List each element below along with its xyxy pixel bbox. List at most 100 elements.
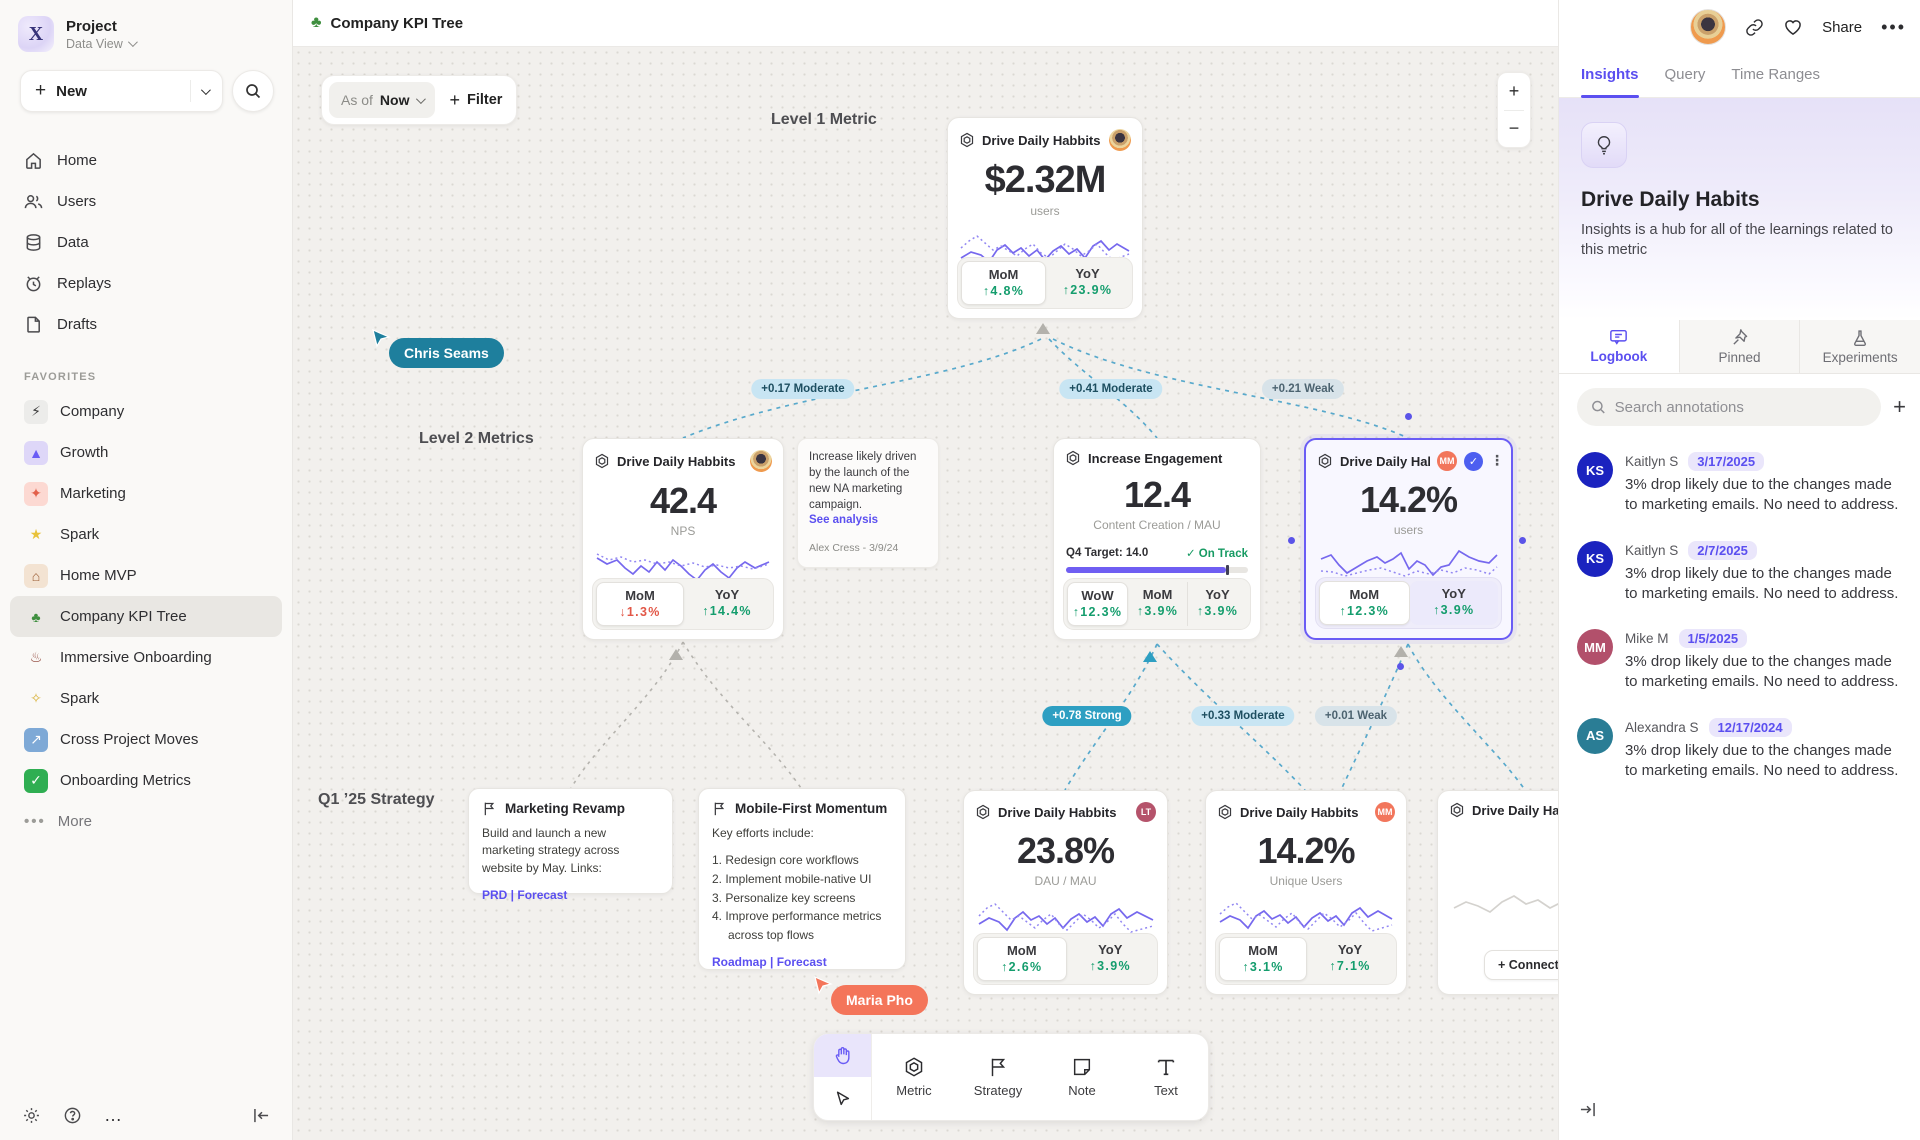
share-button[interactable]: Share: [1822, 19, 1862, 36]
more-label: More: [58, 813, 92, 830]
sidebar-more-button[interactable]: ••• More: [10, 801, 282, 842]
metric-tool-button[interactable]: Metric: [872, 1034, 956, 1120]
on-track-status: ✓ On Track: [1186, 546, 1248, 560]
overflow-menu-button[interactable]: •••: [1881, 17, 1906, 38]
note-text: Increase likely driven by the launch of …: [809, 451, 916, 511]
select-tool-button[interactable]: [814, 1077, 871, 1120]
annotation-item[interactable]: MM Mike M 1/5/2025 3% drop likely due to…: [1577, 629, 1908, 693]
sidebar-search-button[interactable]: [232, 70, 274, 112]
replay-clock-icon: [24, 274, 43, 293]
stat-yoy[interactable]: YoY ↑23.9%: [1046, 261, 1129, 305]
stat-wow[interactable]: WoW ↑12.3%: [1067, 582, 1128, 626]
collapse-panel-icon[interactable]: [1579, 1102, 1596, 1122]
new-button[interactable]: + New: [20, 70, 223, 112]
annotation-item[interactable]: AS Alexandra S 12/17/2024 3% drop likely…: [1577, 718, 1908, 782]
copy-link-button[interactable]: [1745, 18, 1764, 37]
stat-label: YoY: [1067, 942, 1155, 957]
sidebar-item-data[interactable]: Data: [0, 222, 292, 263]
favorite-item-cross-project-moves[interactable]: ↗ Cross Project Moves: [10, 719, 282, 760]
project-switcher[interactable]: X Project Data View: [0, 0, 292, 62]
favorite-item-home-mvp[interactable]: ⌂ Home MVP: [10, 555, 282, 596]
tab-time-ranges[interactable]: Time Ranges: [1731, 52, 1820, 97]
as-of-dropdown[interactable]: As of Now: [329, 82, 435, 118]
data-view-dropdown[interactable]: Data View: [66, 37, 135, 51]
connect-button[interactable]: + Connect: [1484, 950, 1558, 980]
user-avatar[interactable]: [1690, 9, 1726, 45]
strategy-card-marketing-revamp[interactable]: Marketing Revamp Build and launch a new …: [468, 788, 673, 894]
metric-card-dau[interactable]: Drive Daily Habbits LT 23.8% DAU / MAU M…: [963, 790, 1168, 995]
tab-query[interactable]: Query: [1665, 52, 1706, 97]
annotation-note[interactable]: Increase likely driven by the launch of …: [797, 438, 939, 568]
metric-card-engagement[interactable]: Increase Engagement 12.4 Content Creatio…: [1053, 438, 1261, 640]
favorite-item-spark[interactable]: ★ Spark: [10, 514, 282, 555]
chevron-down-icon[interactable]: [201, 85, 211, 95]
stat-yoy[interactable]: YoY ↑3.9%: [1067, 937, 1155, 981]
favorite-item-company[interactable]: ⚡ Company: [10, 391, 282, 432]
annotation-item[interactable]: KS Kaitlyn S 2/7/2025 3% drop likely due…: [1577, 541, 1908, 605]
settings-gear-icon[interactable]: [22, 1106, 41, 1125]
stat-value: ↑3.9%: [1410, 603, 1499, 617]
favorite-item-onboarding-metrics[interactable]: ✓ Onboarding Metrics: [10, 760, 282, 801]
collaborator-name: Chris Seams: [389, 338, 504, 368]
favorite-item-growth[interactable]: ▲ Growth: [10, 432, 282, 473]
sidebar-overflow-icon[interactable]: …: [104, 1105, 124, 1126]
zoom-in-button[interactable]: +: [1498, 73, 1530, 110]
add-annotation-button[interactable]: +: [1893, 396, 1906, 418]
sidebar-item-home[interactable]: Home: [0, 140, 292, 181]
stat-mom[interactable]: MoM ↑2.6%: [977, 937, 1067, 981]
stat-yoy[interactable]: YoY ↑14.4%: [684, 582, 770, 626]
strategy-card-mobile-first[interactable]: Mobile-First Momentum Key efforts includ…: [698, 788, 906, 970]
stat-label: MoM: [962, 267, 1045, 282]
sidebar: X Project Data View + New: [0, 0, 293, 1140]
note-tool-button[interactable]: Note: [1040, 1034, 1124, 1120]
text-tool-button[interactable]: Text: [1124, 1034, 1208, 1120]
metric-card-partial[interactable]: Drive Daily Hab + Connect: [1437, 790, 1558, 995]
metric-card-selected[interactable]: Drive Daily Habb.. MM ✓ ⋮ 14.2% users Mo…: [1304, 438, 1513, 640]
stat-yoy[interactable]: YoY ↑3.9%: [1410, 581, 1499, 625]
favorite-item-immersive-onboarding[interactable]: ♨ Immersive Onboarding: [10, 637, 282, 678]
tool-label: Strategy: [974, 1083, 1022, 1098]
metric-card-nps[interactable]: Drive Daily Habbits 42.4 NPS MoM ↓1.3% Y…: [582, 438, 784, 640]
hand-tool-button[interactable]: [814, 1034, 871, 1077]
sidebar-item-drafts[interactable]: Drafts: [0, 304, 292, 345]
nav-label: Drafts: [57, 316, 97, 333]
stat-label: MoM: [978, 943, 1066, 958]
annotation-search[interactable]: [1577, 388, 1881, 426]
kpi-tree-canvas[interactable]: As of Now + Filter + − Level 1 Metric Le…: [293, 47, 1558, 1140]
collaborator-cursor-maria: Maria Pho: [813, 975, 833, 1000]
favorite-item-spark-2[interactable]: ✧ Spark: [10, 678, 282, 719]
draft-file-icon: [24, 315, 43, 334]
strategy-links[interactable]: Roadmap | Forecast: [712, 955, 892, 969]
stat-yoy[interactable]: YoY ↑3.9%: [1187, 582, 1247, 626]
strategy-links[interactable]: PRD | Forecast: [482, 888, 659, 902]
subtab-logbook[interactable]: Logbook: [1559, 320, 1680, 373]
zoom-out-button[interactable]: −: [1498, 111, 1530, 148]
see-analysis-link[interactable]: See analysis: [809, 514, 878, 526]
stat-mom[interactable]: MoM ↑4.8%: [961, 261, 1046, 305]
card-menu-button[interactable]: ⋮: [1490, 458, 1500, 464]
tab-insights[interactable]: Insights: [1581, 52, 1639, 97]
stat-yoy[interactable]: YoY ↑7.1%: [1307, 937, 1393, 981]
metric-card-level1[interactable]: Drive Daily Habbits $2.32M users MoM ↑4.…: [947, 117, 1143, 319]
stat-mom[interactable]: MoM ↑3.1%: [1219, 937, 1307, 981]
strategy-tool-button[interactable]: Strategy: [956, 1034, 1040, 1120]
favorite-item-company-kpi-tree[interactable]: ♣ Company KPI Tree: [10, 596, 282, 637]
branch-arrow: [669, 649, 683, 660]
help-icon[interactable]: [63, 1106, 82, 1125]
verified-badge-icon: ✓: [1464, 452, 1483, 471]
stat-mom[interactable]: MoM ↑12.3%: [1319, 581, 1410, 625]
stat-mom[interactable]: MoM ↑3.9%: [1128, 582, 1187, 626]
sidebar-item-replays[interactable]: Replays: [0, 263, 292, 304]
annotation-item[interactable]: KS Kaitlyn S 3/17/2025 3% drop likely du…: [1577, 452, 1908, 516]
subtab-pinned[interactable]: Pinned: [1680, 320, 1801, 373]
favorite-button[interactable]: [1783, 17, 1803, 37]
subtab-experiments[interactable]: Experiments: [1800, 320, 1920, 373]
stat-mom[interactable]: MoM ↓1.3%: [596, 582, 684, 626]
metric-card-unique-users[interactable]: Drive Daily Habbits MM 14.2% Unique User…: [1205, 790, 1407, 995]
filter-button[interactable]: + Filter: [449, 90, 502, 111]
favorite-item-marketing[interactable]: ✦ Marketing: [10, 473, 282, 514]
annotation-author: Kaitlyn S: [1625, 454, 1678, 469]
collapse-sidebar-icon[interactable]: [253, 1108, 270, 1123]
annotation-search-input[interactable]: [1615, 399, 1868, 416]
sidebar-item-users[interactable]: Users: [0, 181, 292, 222]
